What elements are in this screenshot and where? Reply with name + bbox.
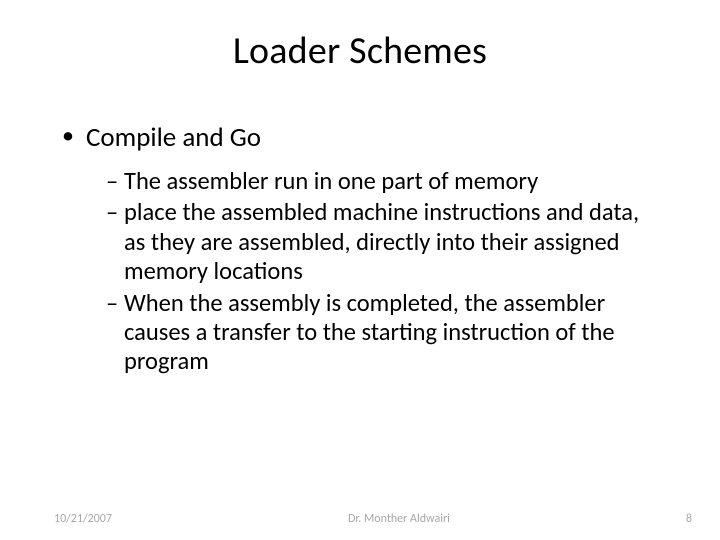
footer-author: Dr. Monther Aldwairi (112, 512, 686, 526)
footer-page-number: 8 (686, 512, 692, 526)
bullet-level1-text: Compile and Go (86, 121, 261, 154)
slide: Loader Schemes Compile and Go The assemb… (0, 0, 720, 540)
slide-title: Loader Schemes (0, 0, 720, 74)
slide-content: Compile and Go The assembler run in one … (0, 74, 720, 377)
bullet-level2-text: place the assembled machine instructions… (124, 197, 639, 286)
bullet-level2-text: The assembler run in one part of memory (124, 166, 538, 196)
bullet-level2-item: When the assembly is completed, the asse… (106, 289, 658, 377)
slide-footer: 10/21/2007 Dr. Monther Aldwairi 8 (0, 512, 720, 526)
bullet-level2-item: The assembler run in one part of memory (106, 167, 658, 196)
bullet-level1: Compile and Go (62, 122, 658, 153)
footer-date: 10/21/2007 (54, 512, 112, 526)
bullet-level2-group: The assembler run in one part of memory … (62, 167, 658, 377)
bullet-level2-item: place the assembled machine instructions… (106, 198, 658, 286)
bullet-level2-text: When the assembly is completed, the asse… (124, 288, 615, 377)
